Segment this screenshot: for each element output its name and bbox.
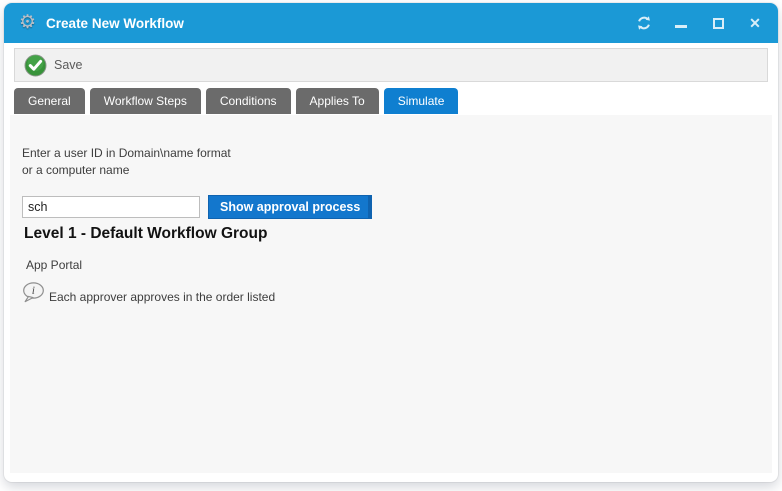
tab-conditions[interactable]: Conditions — [206, 88, 291, 114]
tab-general[interactable]: General — [14, 88, 85, 114]
level-heading: Level 1 - Default Workflow Group — [24, 225, 267, 243]
refresh-button[interactable] — [636, 15, 652, 31]
toolbar: Save — [14, 48, 768, 82]
instructions: Enter a user ID in Domain\name format or… — [22, 145, 231, 179]
show-approval-process-button[interactable]: Show approval process — [208, 195, 372, 219]
save-label: Save — [54, 58, 83, 72]
tab-simulate[interactable]: Simulate — [384, 88, 459, 114]
create-new-workflow-dialog: ⚙ Create New Workflow ✕ — [4, 3, 778, 482]
user-id-input[interactable] — [22, 196, 200, 218]
tab-strip: General Workflow Steps Conditions Applie… — [14, 88, 458, 114]
minimize-button[interactable] — [673, 15, 689, 31]
close-icon: ✕ — [749, 16, 761, 30]
save-button[interactable]: Save — [24, 54, 83, 77]
simulate-tab-panel: Enter a user ID in Domain\name format or… — [10, 115, 772, 473]
info-note-row: i Each approver approves in the order li… — [22, 282, 275, 305]
tab-workflow-steps[interactable]: Workflow Steps — [90, 88, 201, 114]
minimize-icon — [675, 25, 687, 28]
maximize-button[interactable] — [710, 15, 726, 31]
instruction-line2: or a computer name — [22, 162, 231, 179]
refresh-icon — [636, 15, 652, 31]
user-input-row: Show approval process — [22, 195, 372, 219]
gear-app-icon: ⚙ — [19, 13, 36, 32]
window-title: Create New Workflow — [46, 16, 184, 31]
tab-applies-to[interactable]: Applies To — [296, 88, 379, 114]
approver-name: App Portal — [26, 258, 82, 272]
info-bubble-icon: i — [22, 282, 47, 305]
instruction-line1: Enter a user ID in Domain\name format — [22, 145, 231, 162]
window-controls: ✕ — [636, 15, 763, 31]
titlebar: ⚙ Create New Workflow ✕ — [4, 3, 778, 43]
close-button[interactable]: ✕ — [747, 15, 763, 31]
svg-text:i: i — [32, 285, 35, 297]
maximize-icon — [713, 18, 724, 29]
save-check-icon — [24, 54, 47, 77]
info-note-text: Each approver approves in the order list… — [49, 290, 275, 304]
